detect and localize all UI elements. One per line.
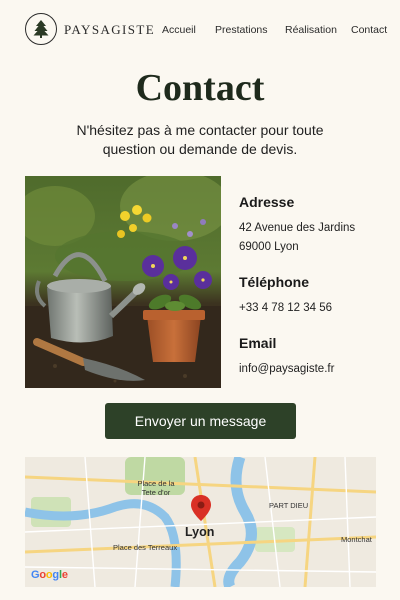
phone-label: Téléphone: [239, 274, 310, 290]
address-line-1: 42 Avenue des Jardins: [239, 222, 356, 234]
phone-value[interactable]: +33 4 78 12 34 56: [239, 299, 332, 318]
map-label-part-dieu: PART DIEU: [269, 501, 309, 510]
logo[interactable]: [25, 13, 57, 45]
address-label: Adresse: [239, 194, 295, 210]
page-subtitle: N'hésitez pas à me contacter pour toute …: [76, 122, 324, 157]
nav-realisation[interactable]: Réalisation: [285, 24, 337, 36]
brand-name[interactable]: PAYSAGISTE: [64, 22, 155, 38]
email-label: Email: [239, 335, 277, 351]
location-map[interactable]: Place de la Tete d'or PART DIEU Place de…: [25, 457, 376, 587]
nav-prestations[interactable]: Prestations: [215, 24, 268, 36]
map-pin-icon[interactable]: [191, 495, 211, 521]
email-block: Email info@paysagiste.fr: [239, 335, 334, 379]
nav-accueil[interactable]: Accueil: [162, 24, 196, 36]
google-logo: Google: [31, 569, 68, 581]
map-label-parc: Place de la Tete d'or: [137, 479, 175, 497]
send-message-button[interactable]: Envoyer un message: [105, 403, 296, 439]
site-header: PAYSAGISTE Accueil Prestations Réalisati…: [0, 0, 400, 60]
map-label-montchat: Montchat: [341, 535, 372, 544]
email-value[interactable]: info@paysagiste.fr: [239, 360, 334, 379]
address-line-2: 69000 Lyon: [239, 241, 299, 253]
address-block: Adresse 42 Avenue des Jardins 69000 Lyon: [239, 194, 355, 257]
phone-block: Téléphone +33 4 78 12 34 56: [239, 274, 332, 318]
pine-tree-icon: [33, 20, 49, 38]
address-value: 42 Avenue des Jardins 69000 Lyon: [239, 219, 355, 257]
page-title: Contact: [135, 67, 265, 109]
map-label-terreaux: Place des Terreaux: [113, 543, 178, 552]
garden-photo: [25, 176, 221, 388]
map-label-city: Lyon: [185, 525, 215, 539]
nav-contact[interactable]: Contact: [351, 24, 387, 36]
